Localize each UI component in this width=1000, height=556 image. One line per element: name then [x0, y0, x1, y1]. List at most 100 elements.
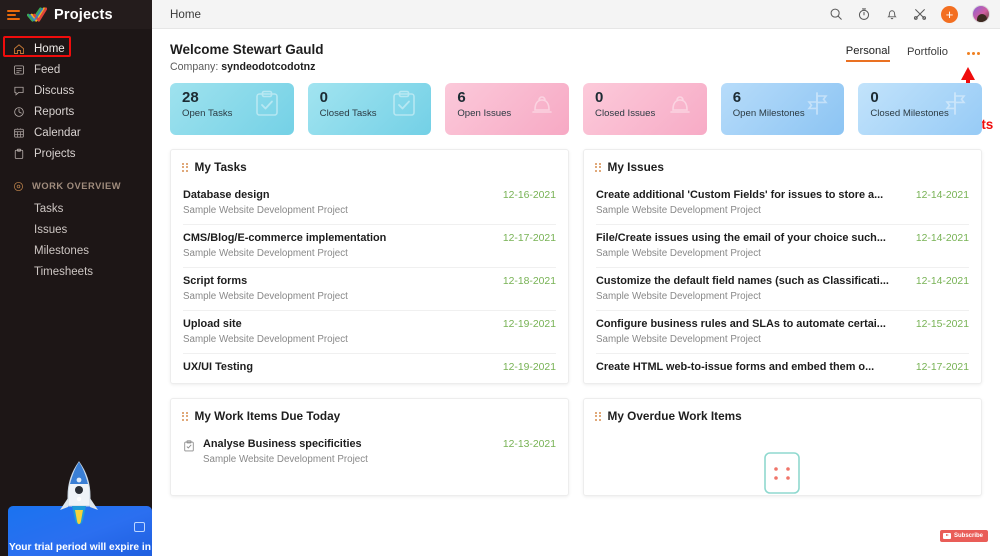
calendar-icon [13, 127, 25, 139]
list-item[interactable]: Analyse Business specificities Sample We… [183, 431, 556, 473]
stat-card-closed-issues[interactable]: 0 Closed Issues [583, 83, 707, 135]
sidebar-item-label: Home [34, 42, 65, 55]
company-line: Company: syndeodotcodotnz [170, 61, 324, 73]
milestone-flag-icon [942, 90, 968, 117]
sidebar-logo-bar: Projects [0, 0, 152, 29]
due-today-list: Analyse Business specificities Sample We… [171, 431, 568, 475]
search-icon[interactable] [829, 7, 843, 21]
bug-icon [667, 90, 693, 117]
stat-card-closed-milestones[interactable]: 0 Closed Milestones [858, 83, 983, 135]
zoho-projects-logo-icon [26, 6, 48, 23]
trial-banner[interactable]: Your trial period will expire in [8, 461, 152, 556]
list-item[interactable]: Script forms Sample Website Development … [183, 267, 556, 310]
bell-icon[interactable] [885, 7, 899, 21]
clipboard-check-icon [254, 90, 280, 117]
app-root: Projects Home Feed Discuss Reports Calen… [0, 0, 1000, 556]
stat-card-row: 28 Open Tasks 0 Closed Tasks 6 Open Issu… [152, 83, 1000, 135]
panel-overdue: My Overdue Work Items [583, 398, 982, 496]
list-item[interactable]: Upload site Sample Website Development P… [183, 310, 556, 353]
view-tabs: Personal Portfolio [845, 45, 982, 62]
shortcut-icon[interactable] [913, 7, 927, 21]
item-date: 12-18-2021 [502, 276, 556, 287]
list-item[interactable]: CMS/Blog/E-commerce implementation Sampl… [183, 224, 556, 267]
trial-text: Your trial period will expire in [9, 542, 151, 553]
sidebar-item-issues[interactable]: Issues [0, 219, 152, 240]
sidebar-item-tasks[interactable]: Tasks [0, 198, 152, 219]
item-name: Customize the default field names (such … [596, 275, 889, 287]
more-options-icon[interactable] [965, 48, 982, 59]
breadcrumb: Home [170, 7, 201, 21]
item-project: Sample Website Development Project [596, 248, 761, 259]
sidebar-item-label: Feed [34, 63, 61, 76]
sidebar-item-calendar[interactable]: Calendar [0, 122, 152, 143]
list-item[interactable]: Database design Sample Website Developme… [183, 182, 556, 224]
work-overview-icon [13, 181, 24, 192]
item-project: Sample Website Development Project [596, 291, 761, 302]
list-item[interactable]: Customize the default field names (such … [596, 267, 969, 310]
item-project: Sample Website Development Project [183, 205, 348, 216]
rocket-illustration-icon [56, 460, 102, 532]
sidebar-item-label: Calendar [34, 126, 81, 139]
tab-personal[interactable]: Personal [845, 45, 890, 62]
list-item[interactable]: Configure business rules and SLAs to aut… [596, 310, 969, 353]
panel-row-bottom: My Work Items Due Today Analyse Business… [170, 398, 982, 496]
drag-handle-icon[interactable] [182, 162, 188, 172]
item-name: Script forms [183, 275, 248, 287]
sidebar-nav: Home Feed Discuss Reports Calendar Proje… [0, 29, 152, 282]
item-project: Sample Website Development Project [596, 205, 761, 216]
sidebar-item-home[interactable]: Home [0, 38, 152, 59]
subscribe-label: Subscribe [953, 533, 983, 539]
sidebar-sub-label: Milestones [34, 244, 89, 257]
drag-handle-icon[interactable] [182, 411, 188, 421]
item-name: CMS/Blog/E-commerce implementation [183, 232, 387, 244]
sidebar-section-work-overview: WORK OVERVIEW [0, 177, 152, 195]
item-date: 12-19-2021 [502, 362, 556, 373]
list-item[interactable]: Create additional 'Custom Fields' for is… [596, 182, 969, 224]
hamburger-menu-icon[interactable] [7, 9, 20, 20]
stat-card-open-milestones[interactable]: 6 Open Milestones [720, 83, 845, 135]
item-date: 12-15-2021 [915, 319, 969, 330]
add-new-button[interactable]: + [941, 5, 958, 23]
stat-card-closed-tasks[interactable]: 0 Closed Tasks [307, 83, 432, 135]
sidebar-item-projects[interactable]: Projects [0, 143, 152, 164]
panel-header: My Tasks [171, 150, 568, 182]
sidebar-sub-label: Tasks [34, 202, 64, 215]
trial-badge-icon [134, 522, 145, 532]
sidebar-item-timesheets[interactable]: Timesheets [0, 261, 152, 282]
reports-icon [13, 106, 25, 118]
tab-portfolio[interactable]: Portfolio [907, 46, 948, 61]
item-name: Create additional 'Custom Fields' for is… [596, 189, 884, 201]
list-item[interactable]: Create HTML web-to-issue forms and embed… [596, 353, 969, 383]
item-name: Analyse Business specificities [203, 438, 362, 450]
sidebar-item-milestones[interactable]: Milestones [0, 240, 152, 261]
sidebar: Projects Home Feed Discuss Reports Calen… [0, 0, 152, 556]
item-date: 12-14-2021 [915, 276, 969, 287]
item-name: Database design [183, 189, 270, 201]
drag-handle-icon[interactable] [595, 411, 601, 421]
main-content: Home + Welcome Stewart Gauld Company: sy… [152, 0, 1000, 556]
page-title: Welcome Stewart Gauld [170, 42, 324, 57]
sidebar-item-discuss[interactable]: Discuss [0, 80, 152, 101]
panel-header: My Work Items Due Today [171, 399, 568, 431]
list-item[interactable]: UX/UI Testing 12-19-2021 [183, 353, 556, 383]
item-project: Sample Website Development Project [183, 291, 348, 302]
drag-handle-icon[interactable] [595, 162, 601, 172]
milestone-flag-icon [804, 90, 830, 117]
stat-card-open-issues[interactable]: 6 Open Issues [445, 83, 570, 135]
bug-icon [529, 90, 555, 117]
sidebar-sub-label: Issues [34, 223, 68, 236]
stat-card-open-tasks[interactable]: 28 Open Tasks [170, 83, 294, 135]
sidebar-item-reports[interactable]: Reports [0, 101, 152, 122]
item-date: 12-17-2021 [502, 233, 556, 244]
youtube-subscribe-overlay[interactable]: Subscribe [939, 530, 988, 542]
panel-title: My Overdue Work Items [607, 409, 742, 423]
sidebar-item-feed[interactable]: Feed [0, 59, 152, 80]
welcome-text-block: Welcome Stewart Gauld Company: syndeodot… [170, 42, 324, 73]
item-project: Sample Website Development Project [203, 454, 368, 465]
topbar: Home + [152, 0, 1000, 29]
issue-list: Create additional 'Custom Fields' for is… [584, 182, 981, 383]
panel-my-issues: My Issues Create additional 'Custom Fiel… [583, 149, 982, 384]
timer-icon[interactable] [857, 7, 871, 21]
user-avatar[interactable] [972, 5, 990, 23]
list-item[interactable]: File/Create issues using the email of yo… [596, 224, 969, 267]
